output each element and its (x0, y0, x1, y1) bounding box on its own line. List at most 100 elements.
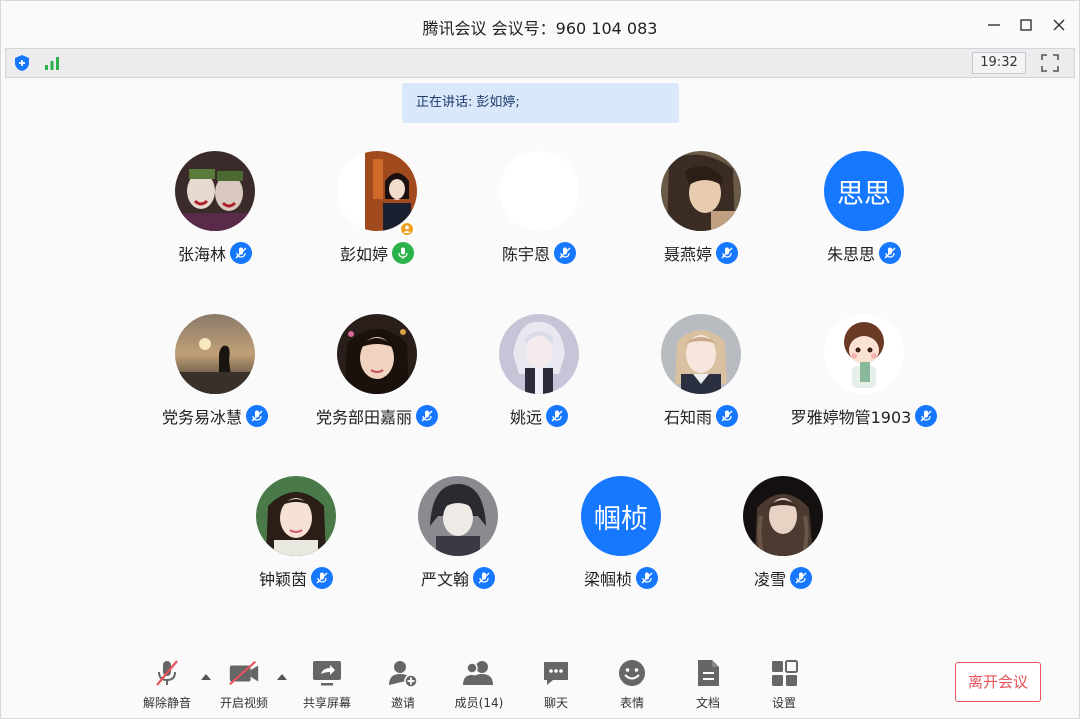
docs-label: 文档 (695, 696, 720, 710)
avatar-initials: 思思 (824, 151, 904, 231)
participant-name-row: 梁帼桢 (531, 566, 711, 590)
muted-mic-icon (790, 567, 812, 589)
participant-name-row: 姚远 (449, 404, 629, 428)
muted-mic-icon (554, 242, 576, 264)
leave-meeting-button[interactable]: 离开会议 (955, 662, 1041, 702)
muted-mic-icon (473, 567, 495, 589)
participant-name: 陈宇恩 (501, 245, 550, 264)
avatar (499, 314, 579, 394)
muted-mic-icon (915, 405, 938, 427)
start-video-button[interactable]: 开启视频 (211, 657, 277, 713)
participant-name: 凌雪 (753, 570, 786, 589)
start-video-label: 开启视频 (219, 696, 268, 710)
reactions-button[interactable]: 表情 (599, 657, 665, 713)
share-screen-icon (310, 657, 344, 689)
participant-tile[interactable]: 党务易冰慧 (125, 314, 305, 444)
participant-tile[interactable]: 姚远 (449, 314, 629, 444)
muted-mic-icon (246, 405, 268, 427)
members-button[interactable]: 成员(14) (446, 657, 512, 713)
camera-off-icon (227, 657, 261, 689)
chat-button[interactable]: 聊天 (523, 657, 589, 713)
avatar (337, 314, 417, 394)
chat-icon (539, 657, 573, 689)
close-button[interactable] (1045, 11, 1073, 39)
participant-tile[interactable]: 张海林 (125, 151, 305, 281)
participant-tile[interactable]: 帼桢 梁帼桢 (531, 476, 711, 606)
participant-name-row: 党务易冰慧 (125, 404, 305, 428)
speaking-mic-icon (392, 242, 414, 264)
add-user-icon (386, 657, 420, 689)
meeting-toolbar: 解除静音 开启视频 共享屏幕 邀请 成员(14) 聊天 表情 文档 设置 离开会… (1, 651, 1079, 719)
participant-name: 党务部田嘉丽 (315, 408, 412, 427)
settings-button[interactable]: 设置 (751, 657, 817, 713)
close-icon (1053, 19, 1065, 31)
avatar (824, 314, 904, 394)
reactions-label: 表情 (619, 696, 644, 710)
participant-name-row: 彭如婷 (287, 241, 467, 265)
chat-label: 聊天 (543, 696, 568, 710)
muted-mic-icon (636, 567, 658, 589)
participant-tile[interactable]: 思思 朱思思 (774, 151, 954, 281)
share-screen-button[interactable]: 共享屏幕 (294, 657, 360, 713)
participant-name: 石知雨 (663, 408, 712, 427)
video-options-caret-icon[interactable] (276, 667, 288, 680)
network-signal-icon[interactable] (42, 53, 62, 73)
invite-label: 邀请 (390, 696, 415, 710)
window-title: 腾讯会议 会议号：960 104 083 (422, 19, 658, 38)
participant-tile[interactable]: 严文翰 (368, 476, 548, 606)
participant-tile[interactable]: 聂燕婷 (611, 151, 791, 281)
participant-name: 朱思思 (826, 245, 875, 264)
docs-button[interactable]: 文档 (675, 657, 741, 713)
host-badge-icon (399, 221, 415, 237)
participant-name-row: 严文翰 (368, 566, 548, 590)
participant-name: 严文翰 (420, 570, 469, 589)
muted-mic-icon (879, 242, 901, 264)
participant-tile[interactable]: 凌雪 (693, 476, 873, 606)
participant-name: 聂燕婷 (663, 245, 712, 264)
participant-name-row: 张海林 (125, 241, 305, 265)
participant-name-row: 党务部田嘉丽 (287, 404, 467, 428)
settings-label: 设置 (771, 696, 796, 710)
share-screen-label: 共享屏幕 (302, 696, 351, 710)
members-label: 成员(14) (454, 696, 504, 710)
muted-mic-icon (716, 242, 738, 264)
members-icon (462, 657, 496, 689)
avatar (175, 151, 255, 231)
participant-tile[interactable]: 党务部田嘉丽 (287, 314, 467, 444)
avatar (337, 151, 417, 231)
status-bar: 19:32 (5, 48, 1075, 78)
participant-name-row: 罗雅婷物管1903 (752, 404, 976, 428)
active-speaker-name: 彭如婷; (476, 95, 520, 110)
meeting-window: 腾讯会议 会议号：960 104 083 19:32 正在讲话: 彭如婷; 张海… (0, 0, 1080, 719)
minimize-button[interactable] (980, 11, 1008, 39)
muted-mic-icon (716, 405, 738, 427)
avatar (743, 476, 823, 556)
participant-name-row: 钟颖茵 (206, 566, 386, 590)
muted-mic-icon (546, 405, 568, 427)
participant-name: 梁帼桢 (583, 570, 632, 589)
maximize-button[interactable] (1012, 11, 1040, 39)
participant-name-row: 凌雪 (693, 566, 873, 590)
avatar-initials: 帼桢 (581, 476, 661, 556)
participant-name: 张海林 (177, 245, 226, 264)
participant-tile[interactable]: 钟颖茵 (206, 476, 386, 606)
invite-button[interactable]: 邀请 (370, 657, 436, 713)
participant-tile[interactable]: 罗雅婷物管1903 (774, 314, 954, 444)
active-speaker-label: 正在讲话: (416, 95, 473, 110)
participant-name: 姚远 (509, 408, 542, 427)
muted-mic-icon (416, 405, 438, 427)
participant-name: 钟颖茵 (258, 570, 307, 589)
avatar (418, 476, 498, 556)
participant-tile[interactable]: 彭如婷 (287, 151, 467, 281)
fullscreen-icon[interactable] (1040, 53, 1060, 73)
mic-off-icon (150, 657, 184, 689)
participant-tile[interactable]: 陈宇恩 (449, 151, 629, 281)
participant-name: 彭如婷 (339, 245, 388, 264)
unmute-button[interactable]: 解除静音 (134, 657, 200, 713)
avatar (256, 476, 336, 556)
maximize-icon (1020, 19, 1032, 31)
security-shield-icon[interactable] (12, 53, 32, 73)
participant-name-row: 陈宇恩 (449, 241, 629, 265)
participant-name: 党务易冰慧 (161, 408, 242, 427)
muted-mic-icon (230, 242, 252, 264)
